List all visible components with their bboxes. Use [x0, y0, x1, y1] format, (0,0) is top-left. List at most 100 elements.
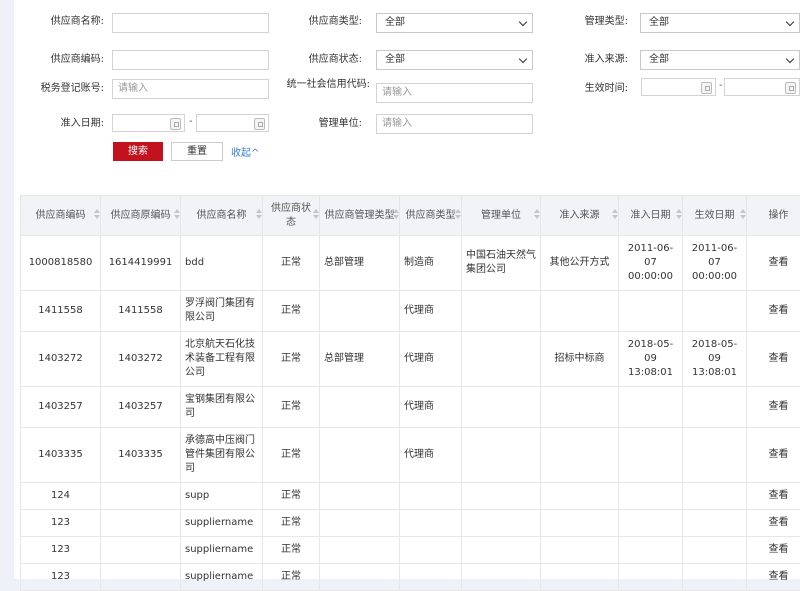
tax-input[interactable]: 请输入 — [112, 79, 269, 99]
table-row: 123 suppliername 正常 查看 — [21, 537, 800, 564]
header-manage-type[interactable]: 供应商管理类型 — [320, 196, 400, 236]
cell-status: 正常 — [263, 537, 320, 564]
header-source[interactable]: 准入来源 — [541, 196, 619, 236]
credit-label: 统一社会信用代码: — [282, 78, 370, 91]
cell-effective-date — [683, 564, 747, 591]
cell-name: 罗浮阀门集团有限公司 — [181, 291, 263, 332]
cell-orig-code — [101, 483, 181, 510]
header-effective-date[interactable]: 生效日期 — [683, 196, 747, 236]
source-select[interactable]: 全部 — [640, 50, 800, 70]
chevron-down-icon — [519, 18, 527, 26]
tax-placeholder: 请输入 — [118, 83, 148, 94]
cell-effective-date — [683, 483, 747, 510]
cell-name: suppliername — [181, 537, 263, 564]
cell-admit-date — [619, 483, 683, 510]
cell-manage-type — [320, 387, 400, 428]
cell-manage-type — [320, 428, 400, 483]
supplier-type-value: 全部 — [385, 17, 405, 28]
cell-manage-unit — [462, 387, 541, 428]
calendar-icon[interactable] — [254, 118, 265, 130]
cell-name: suppliername — [181, 510, 263, 537]
supplier-name-input[interactable] — [112, 13, 269, 33]
cell-admit-date — [619, 510, 683, 537]
reset-button[interactable]: 重置 — [171, 142, 223, 161]
cell-admit-date — [619, 291, 683, 332]
cell-source — [541, 428, 619, 483]
header-action: 操作 — [747, 196, 800, 236]
search-button[interactable]: 搜索 — [113, 142, 163, 161]
supplier-table: 供应商编码 供应商原编码 供应商名称 供应商状态 供应商管理类型 供应商类型 管… — [20, 195, 800, 591]
view-link[interactable]: 查看 — [747, 428, 800, 483]
supplier-code-input[interactable] — [112, 50, 269, 70]
view-link[interactable]: 查看 — [747, 510, 800, 537]
cell-code: 1403335 — [21, 428, 101, 483]
table-row: 123 suppliername 正常 查看 — [21, 510, 800, 537]
view-link[interactable]: 查看 — [747, 483, 800, 510]
view-link[interactable]: 查看 — [747, 537, 800, 564]
cell-effective-date — [683, 387, 747, 428]
cell-admit-date: 2011-06-07 00:00:00 — [619, 236, 683, 291]
cell-manage-type — [320, 291, 400, 332]
cell-manage-type: 总部管理 — [320, 332, 400, 387]
effective-end-date[interactable] — [724, 78, 800, 96]
cell-orig-code: 1411558 — [101, 291, 181, 332]
cell-manage-unit — [462, 564, 541, 591]
cell-supplier-type — [400, 564, 462, 591]
header-supplier-code[interactable]: 供应商编码 — [21, 196, 101, 236]
header-admit-date[interactable]: 准入日期 — [619, 196, 683, 236]
credit-input[interactable]: 请输入 — [376, 83, 533, 103]
cell-code: 1403272 — [21, 332, 101, 387]
view-link[interactable]: 查看 — [747, 564, 800, 591]
header-supplier-type[interactable]: 供应商类型 — [400, 196, 462, 236]
manage-unit-input[interactable]: 请输入 — [376, 114, 533, 134]
collapse-link[interactable]: 收起^ — [231, 144, 259, 159]
cell-supplier-type — [400, 537, 462, 564]
cell-admit-date — [619, 537, 683, 564]
cell-name: 宝钢集团有限公司 — [181, 387, 263, 428]
cell-orig-code: 1403335 — [101, 428, 181, 483]
cell-manage-unit: 中国石油天然气集团公司 — [462, 236, 541, 291]
source-label: 准入来源: — [538, 54, 628, 66]
cell-status: 正常 — [263, 510, 320, 537]
header-original-code[interactable]: 供应商原编码 — [101, 196, 181, 236]
calendar-icon[interactable] — [701, 82, 712, 94]
cell-manage-unit — [462, 332, 541, 387]
view-link[interactable]: 查看 — [747, 236, 800, 291]
cell-source: 其他公开方式 — [541, 236, 619, 291]
header-manage-unit[interactable]: 管理单位 — [462, 196, 541, 236]
cell-manage-type — [320, 483, 400, 510]
header-status[interactable]: 供应商状态 — [263, 196, 320, 236]
header-supplier-name[interactable]: 供应商名称 — [181, 196, 263, 236]
cell-code: 1411558 — [21, 291, 101, 332]
effective-start-date[interactable] — [641, 78, 716, 96]
cell-name: 北京航天石化技术装备工程有限公司 — [181, 332, 263, 387]
cell-admit-date — [619, 387, 683, 428]
cell-supplier-type: 代理商 — [400, 387, 462, 428]
admit-start-date[interactable] — [112, 114, 185, 132]
manage-type-select[interactable]: 全部 — [640, 13, 800, 33]
view-link[interactable]: 查看 — [747, 387, 800, 428]
cell-status: 正常 — [263, 428, 320, 483]
table-row: 1000818580 1614419991 bdd 正常 总部管理 制造商 中国… — [21, 236, 800, 291]
view-link[interactable]: 查看 — [747, 291, 800, 332]
cell-supplier-type: 代理商 — [400, 332, 462, 387]
calendar-icon[interactable] — [785, 82, 796, 94]
source-value: 全部 — [649, 54, 669, 65]
search-page: 供应商名称: 供应商类型: 全部 管理类型: 全部 供应商编码: 供应商状态: … — [14, 0, 800, 579]
supplier-status-select[interactable]: 全部 — [376, 50, 533, 70]
supplier-name-label: 供应商名称: — [14, 16, 104, 28]
view-link[interactable]: 查看 — [747, 332, 800, 387]
cell-code: 124 — [21, 483, 101, 510]
calendar-icon[interactable] — [170, 118, 181, 130]
manage-unit-label: 管理单位: — [272, 118, 362, 130]
cell-status: 正常 — [263, 236, 320, 291]
supplier-type-select[interactable]: 全部 — [376, 13, 533, 33]
admit-end-date[interactable] — [196, 114, 269, 132]
cell-supplier-type: 代理商 — [400, 291, 462, 332]
supplier-type-label: 供应商类型: — [272, 16, 362, 28]
cell-code: 123 — [21, 564, 101, 591]
cell-admit-date: 2018-05-09 13:08:01 — [619, 332, 683, 387]
admit-date-dash: - — [189, 116, 193, 127]
admit-date-label: 准入日期: — [14, 118, 104, 130]
cell-manage-type — [320, 564, 400, 591]
